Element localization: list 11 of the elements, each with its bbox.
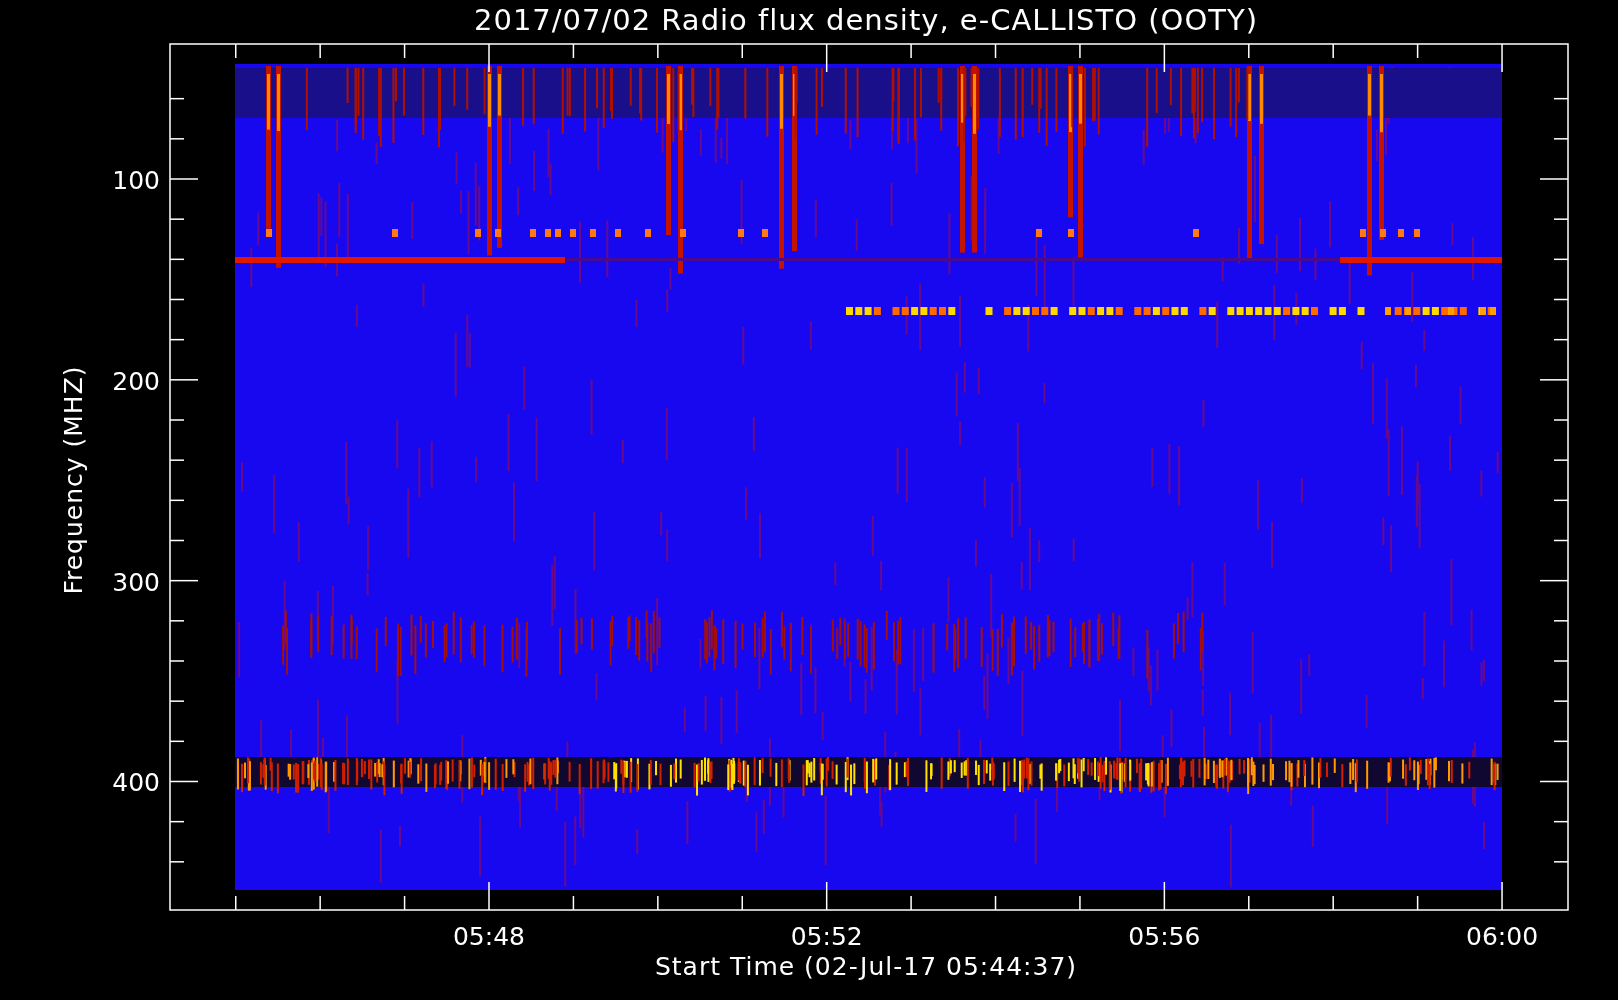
x-tick-label: 05:48 (453, 922, 525, 951)
chart-title: 2017/07/02 Radio flux density, e-CALLISTO (OOTY) (474, 3, 1258, 37)
y-tick-label: 300 (112, 567, 160, 597)
y-tick-label: 100 (112, 166, 160, 195)
x-tick-label: 05:56 (1128, 922, 1201, 951)
x-tick-label: 05:52 (790, 922, 863, 951)
y-axis-label: Frequency (MHZ) (59, 365, 88, 595)
y-tick-label: 400 (112, 768, 160, 798)
x-axis-label: Start Time (02-Jul-17 05:44:37) (654, 952, 1078, 981)
y-tick-label: 200 (112, 366, 160, 396)
x-tick-label: 06:00 (1466, 922, 1539, 951)
